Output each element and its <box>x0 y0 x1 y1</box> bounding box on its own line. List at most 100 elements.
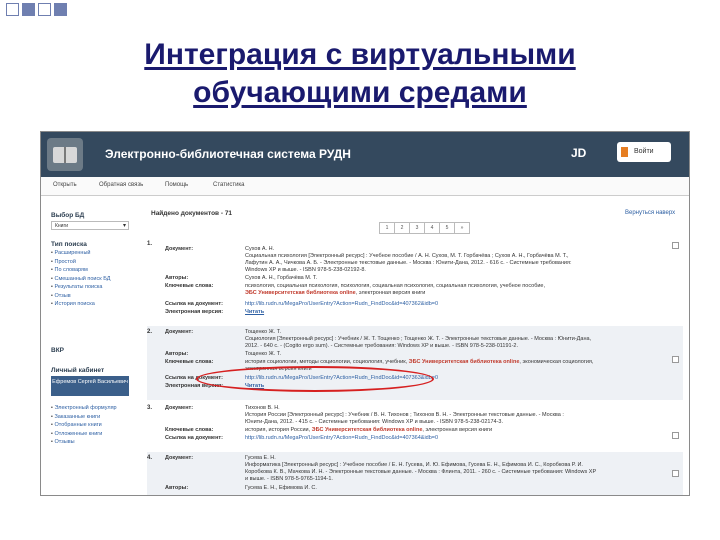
door-icon <box>621 147 628 157</box>
login-label: Войти <box>634 148 654 155</box>
square-outline <box>38 3 51 16</box>
record-description: Лафутин А. А., Чичкова А. Б. - Электронн… <box>245 259 572 266</box>
field-label: Авторы: <box>165 485 189 491</box>
record-description: История России [Электронный ресурс] : Уч… <box>245 411 564 418</box>
document-link[interactable]: http://lib.rudn.ru/MegaPro/UserEntry?Act… <box>245 301 665 308</box>
sidebar-item[interactable]: Заказанные книги <box>51 413 117 422</box>
pagination: 1 2 3 4 5 » <box>379 222 470 234</box>
select-checkbox[interactable] <box>672 470 679 477</box>
record-keywords: , экономическая социология, <box>519 359 594 365</box>
ebs-badge: ЭБС Университетская библиотека online <box>245 289 356 296</box>
login-button[interactable]: Войти <box>617 142 671 162</box>
sidebar-item[interactable]: Расширенный <box>51 249 111 258</box>
user-name-box: Ефремов Сергей Васильевич <box>51 376 129 396</box>
select-checkbox[interactable] <box>672 242 679 249</box>
slide-decoration <box>6 3 67 16</box>
db-heading: Выбор БД <box>51 212 85 219</box>
db-select[interactable]: Книги <box>51 221 129 231</box>
record-description: Юнити-Дана, 2012. - 415 с. - Системные т… <box>245 418 504 425</box>
sidebar-item[interactable]: Отобранные книги <box>51 421 117 430</box>
search-type-heading: Тип поиска <box>51 241 87 248</box>
read-link[interactable]: Читать <box>245 309 264 315</box>
vkr-link[interactable]: ВКР <box>51 347 64 354</box>
record-author-line: Тихонов В. Н. <box>245 405 280 411</box>
nav-bar: Открыть Обратная связь Помощь Статистика <box>41 177 689 196</box>
record-author-line: Гусева Е. Н. <box>245 455 276 461</box>
sidebar: Выбор БД Книги Тип поиска Расширенный Пр… <box>41 202 133 495</box>
nav-item[interactable]: Помощь <box>165 182 188 188</box>
sidebar-item[interactable]: История поиска <box>51 300 111 309</box>
record-keywords: , электронная версия книги <box>422 427 493 433</box>
square-filled <box>22 3 35 16</box>
cabinet-heading: Личный кабинет <box>51 367 105 374</box>
page-button[interactable]: 2 <box>394 222 410 234</box>
sidebar-item[interactable]: Результаты поиска <box>51 283 111 292</box>
library-screenshot: Электронно-библиотечная система РУДН JD … <box>40 131 690 496</box>
back-to-top-link[interactable]: Вернуться наверх <box>625 210 675 216</box>
record-authors: Сухов А. Н., Горбачёва М. Т. <box>245 275 318 281</box>
record-description: Социальная психология [Электронный ресур… <box>245 252 569 259</box>
record-description: Коробкова К. В., Мачкова И. Н. - Электро… <box>245 468 597 475</box>
select-checkbox[interactable] <box>672 432 679 439</box>
select-checkbox[interactable] <box>672 356 679 363</box>
record-keywords: история социологии, методы социологии, с… <box>245 359 408 365</box>
page-button[interactable]: 5 <box>439 222 455 234</box>
field-label: Ключевые слова: <box>165 359 214 365</box>
app-title: Электронно-библиотечная система РУДН <box>105 147 351 161</box>
cabinet-list: Электронный формуляр Заказанные книги От… <box>51 404 117 447</box>
sidebar-item[interactable]: Смешанный поиск БД <box>51 275 110 284</box>
record-number: 1. <box>147 241 153 247</box>
record-number: 2. <box>147 329 153 335</box>
ebs-badge: ЭБС Университетская библиотека online <box>408 359 520 365</box>
record-number: 4. <box>147 455 153 461</box>
record-description: 2012. - 640 с. - (Cogito ergo sum). - Си… <box>245 342 519 349</box>
record-keywords: , электронная версия книги <box>355 289 426 296</box>
sidebar-item[interactable]: По словарям <box>51 266 111 275</box>
record-keywords: психология, социальная психология, психо… <box>245 283 545 289</box>
list-item: 1. Документ: Сухов А. Н. Социальная псих… <box>147 238 683 324</box>
record-keywords: история, история России, <box>245 427 311 433</box>
record-description: Информатика [Электронный ресурс] : Учебн… <box>245 461 583 468</box>
nav-item[interactable]: Открыть <box>53 182 77 188</box>
field-label: Документ: <box>165 455 194 461</box>
list-item: 3. Документ: Тихонов В. Н. История Росси… <box>147 402 683 458</box>
record-authors: Гусева Е. Н., Ефимова И. С. <box>245 485 317 491</box>
sidebar-item[interactable]: Отзыв <box>51 292 111 301</box>
sidebar-item[interactable]: Отзывы <box>51 438 117 447</box>
brand-mark: JD <box>571 146 587 160</box>
highlight-ellipse <box>196 366 434 392</box>
book-logo-icon <box>47 138 83 171</box>
record-description: Windows XP и выше. - ISBN 978-5-238-0219… <box>245 266 366 273</box>
page-button[interactable]: 3 <box>409 222 425 234</box>
record-authors: Тощенко Ж. Т. <box>245 351 282 357</box>
field-label: Документ: <box>165 246 194 252</box>
page-button[interactable]: 1 <box>379 222 395 234</box>
field-label: Документ: <box>165 405 194 411</box>
field-label: Ссылка на документ: <box>165 435 223 441</box>
slide-title: Интеграция с виртуальными обучающими сре… <box>0 36 720 112</box>
field-label: Авторы: <box>165 275 189 281</box>
field-label: Авторы: <box>165 351 189 357</box>
slide-title-line-2: обучающими средами <box>193 76 527 109</box>
ebs-badge: ЭБС Университетская библиотека online <box>311 427 423 433</box>
record-author-line: Сухов А. Н. <box>245 246 275 252</box>
list-item: 4. Документ: Гусева Е. Н. Информатика [Э… <box>147 452 683 495</box>
document-link[interactable]: http://lib.rudn.ru/MegaPro/UserEntry?Act… <box>245 435 665 442</box>
results-count: Найдено документов - 71 <box>151 210 233 217</box>
slide-title-line-1: Интеграция с виртуальными <box>144 38 576 71</box>
record-number: 3. <box>147 405 153 411</box>
nav-item[interactable]: Статистика <box>213 182 245 188</box>
record-description: Социология [Электронный ресурс] : Учебни… <box>245 335 592 342</box>
square-filled <box>54 3 67 16</box>
sidebar-item[interactable]: Электронный формуляр <box>51 404 116 413</box>
page-button[interactable]: » <box>454 222 470 234</box>
sidebar-item[interactable]: Отложенные книги <box>51 430 117 439</box>
record-author-line: Тощенко Ж. Т. <box>245 329 282 335</box>
field-label: Ключевые слова: <box>165 427 214 433</box>
nav-item[interactable]: Обратная связь <box>99 182 143 188</box>
record-description: и выше. - ISBN 978-5-9765-1194-1. <box>245 475 333 482</box>
page-button[interactable]: 4 <box>424 222 440 234</box>
sidebar-item[interactable]: Простой <box>51 258 111 267</box>
header-bar: Электронно-библиотечная система РУДН JD … <box>41 132 689 177</box>
field-label: Ссылка на документ: <box>165 301 223 307</box>
